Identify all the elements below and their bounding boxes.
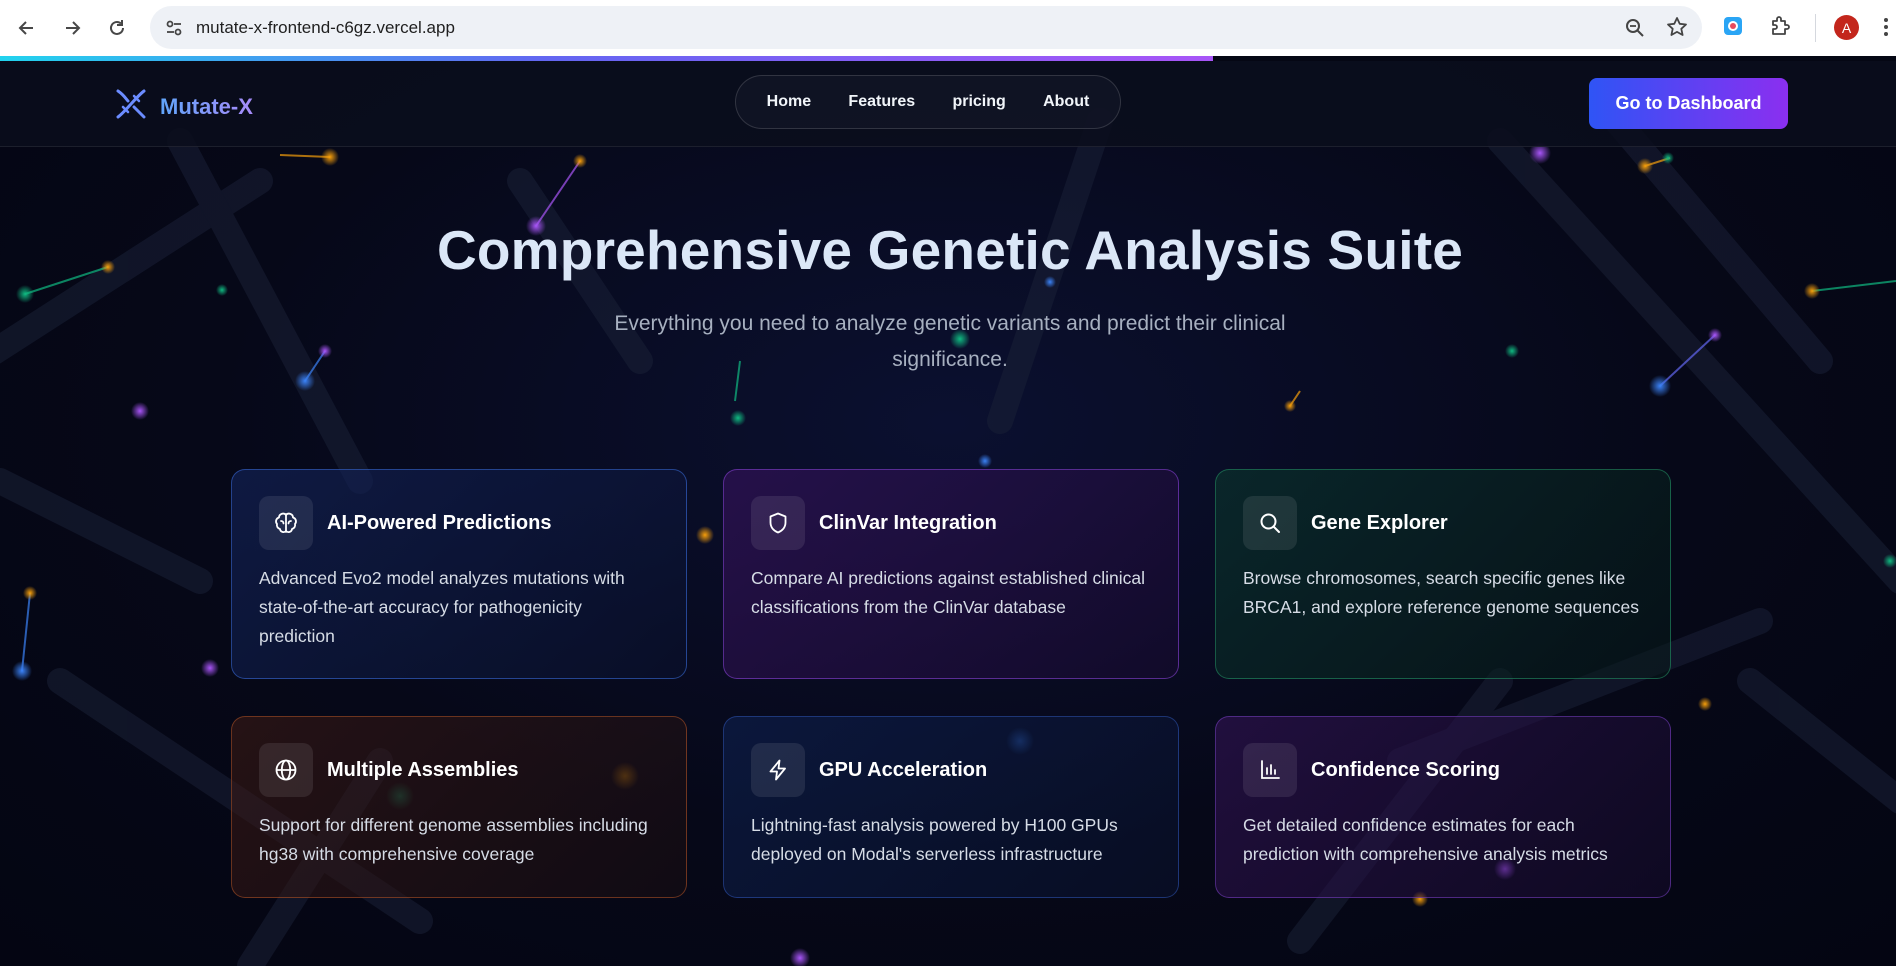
bar-chart-icon [1243,743,1297,797]
nav-pricing[interactable]: pricing [952,93,1005,111]
feature-card-gpu: GPU Acceleration Lightning-fast analysis… [723,716,1179,898]
lightning-icon [751,743,805,797]
feature-card-ai-predictions: AI-Powered Predictions Advanced Evo2 mod… [231,469,687,679]
brain-icon [259,496,313,550]
main-nav: Home Features pricing About [735,75,1121,129]
site-info-icon[interactable] [164,18,184,43]
feature-title: ClinVar Integration [819,512,997,534]
feature-card-clinvar: ClinVar Integration Compare AI predictio… [723,469,1179,679]
forward-icon[interactable] [58,14,86,42]
nav-about[interactable]: About [1043,93,1089,111]
feature-title: GPU Acceleration [819,759,988,781]
brand-logo[interactable]: Mutate-X [112,85,253,128]
feature-description: Browse chromosomes, search specific gene… [1243,568,1639,617]
shield-icon [751,496,805,550]
browser-toolbar: mutate-x-frontend-c6gz.vercel.app A [0,0,1896,56]
feature-title: Gene Explorer [1311,512,1448,534]
feature-card-gene-explorer: Gene Explorer Browse chromosomes, search… [1215,469,1671,679]
globe-icon [259,743,313,797]
back-icon[interactable] [13,14,41,42]
feature-description: Advanced Evo2 model analyzes mutations w… [259,568,625,646]
site-navbar: Mutate-X Home Features pricing About Go … [0,61,1896,147]
dna-icon [112,85,150,128]
feature-description: Support for different genome assemblies … [259,815,648,864]
toolbar-divider [1815,14,1816,42]
page-title: Comprehensive Genetic Analysis Suite [436,219,1464,281]
avatar[interactable]: A [1834,15,1859,40]
feature-card-assemblies: Multiple Assemblies Support for differen… [231,716,687,898]
feature-description: Lightning-fast analysis powered by H100 … [751,815,1118,864]
go-to-dashboard-button[interactable]: Go to Dashboard [1589,78,1788,129]
nav-features[interactable]: Features [848,93,915,111]
feature-card-confidence: Confidence Scoring Get detailed confiden… [1215,716,1671,898]
zoom-icon[interactable] [1624,17,1646,44]
nav-home[interactable]: Home [767,93,811,111]
address-bar[interactable]: mutate-x-frontend-c6gz.vercel.app [150,6,1702,49]
feature-title: Multiple Assemblies [327,759,519,781]
feature-description: Compare AI predictions against establish… [751,568,1145,617]
url-text[interactable]: mutate-x-frontend-c6gz.vercel.app [196,18,455,38]
hero-subtitle: Everything you need to analyze genetic v… [614,312,1286,371]
bookmark-star-icon[interactable] [1666,16,1688,43]
extension-icon[interactable] [1722,15,1744,42]
feature-title: AI-Powered Predictions [327,512,552,534]
menu-icon[interactable] [1882,15,1890,44]
search-icon [1243,496,1297,550]
landing-page: Mutate-X Home Features pricing About Go … [0,61,1896,966]
puzzle-icon[interactable] [1768,14,1792,43]
feature-title: Confidence Scoring [1311,759,1500,781]
feature-description: Get detailed confidence estimates for ea… [1243,815,1608,864]
reload-icon[interactable] [103,14,131,42]
brand-name: Mutate-X [160,93,253,119]
